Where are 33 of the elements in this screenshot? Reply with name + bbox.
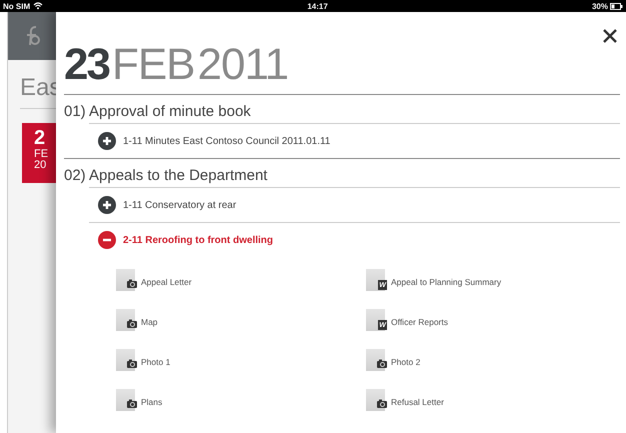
close-icon: [602, 28, 618, 44]
clock-time: 14:17: [307, 2, 328, 10]
section-title: 02) Appeals to the Department: [64, 166, 268, 186]
collapse-icon: [98, 231, 116, 249]
camera-icon: [127, 359, 137, 368]
document-link[interactable]: Refusal Letter: [366, 389, 620, 411]
document-link[interactable]: Map: [116, 309, 366, 331]
date-year: 2011: [198, 40, 288, 90]
calendar-tile[interactable]: 2 FE 20: [22, 123, 58, 183]
date-month: FEB: [112, 40, 195, 90]
document-link[interactable]: Photo 2: [366, 349, 620, 371]
agenda-item[interactable]: 1-11 Minutes East Contoso Council 2011.01.11: [89, 123, 620, 158]
camera-icon: [127, 279, 137, 288]
expand-icon: [98, 196, 116, 214]
calendar-day: 2: [34, 127, 58, 149]
close-button[interactable]: [602, 28, 618, 44]
agenda-item[interactable]: 1-11 Conservatory at rear: [89, 187, 620, 222]
carrier-label: No SIM: [3, 2, 30, 10]
calendar-year: 20: [34, 160, 48, 171]
camera-icon: [377, 399, 387, 408]
camera-icon: [127, 319, 137, 328]
document-link[interactable]: Appeal Letter: [116, 269, 366, 291]
expand-icon: [98, 132, 116, 150]
calendar-month: FE: [34, 149, 50, 160]
battery-icon: [610, 2, 623, 10]
logo-icon: [26, 25, 42, 47]
camera-icon: [377, 359, 387, 368]
camera-icon: [127, 399, 137, 408]
agenda-item[interactable]: 2-11 Reroofing to front dwelling: [89, 222, 620, 257]
wifi-icon: [33, 2, 44, 10]
battery-percentage: 30%: [592, 2, 608, 10]
document-link[interactable]: Photo 1: [116, 349, 366, 371]
document-link[interactable]: Plans: [116, 389, 366, 411]
